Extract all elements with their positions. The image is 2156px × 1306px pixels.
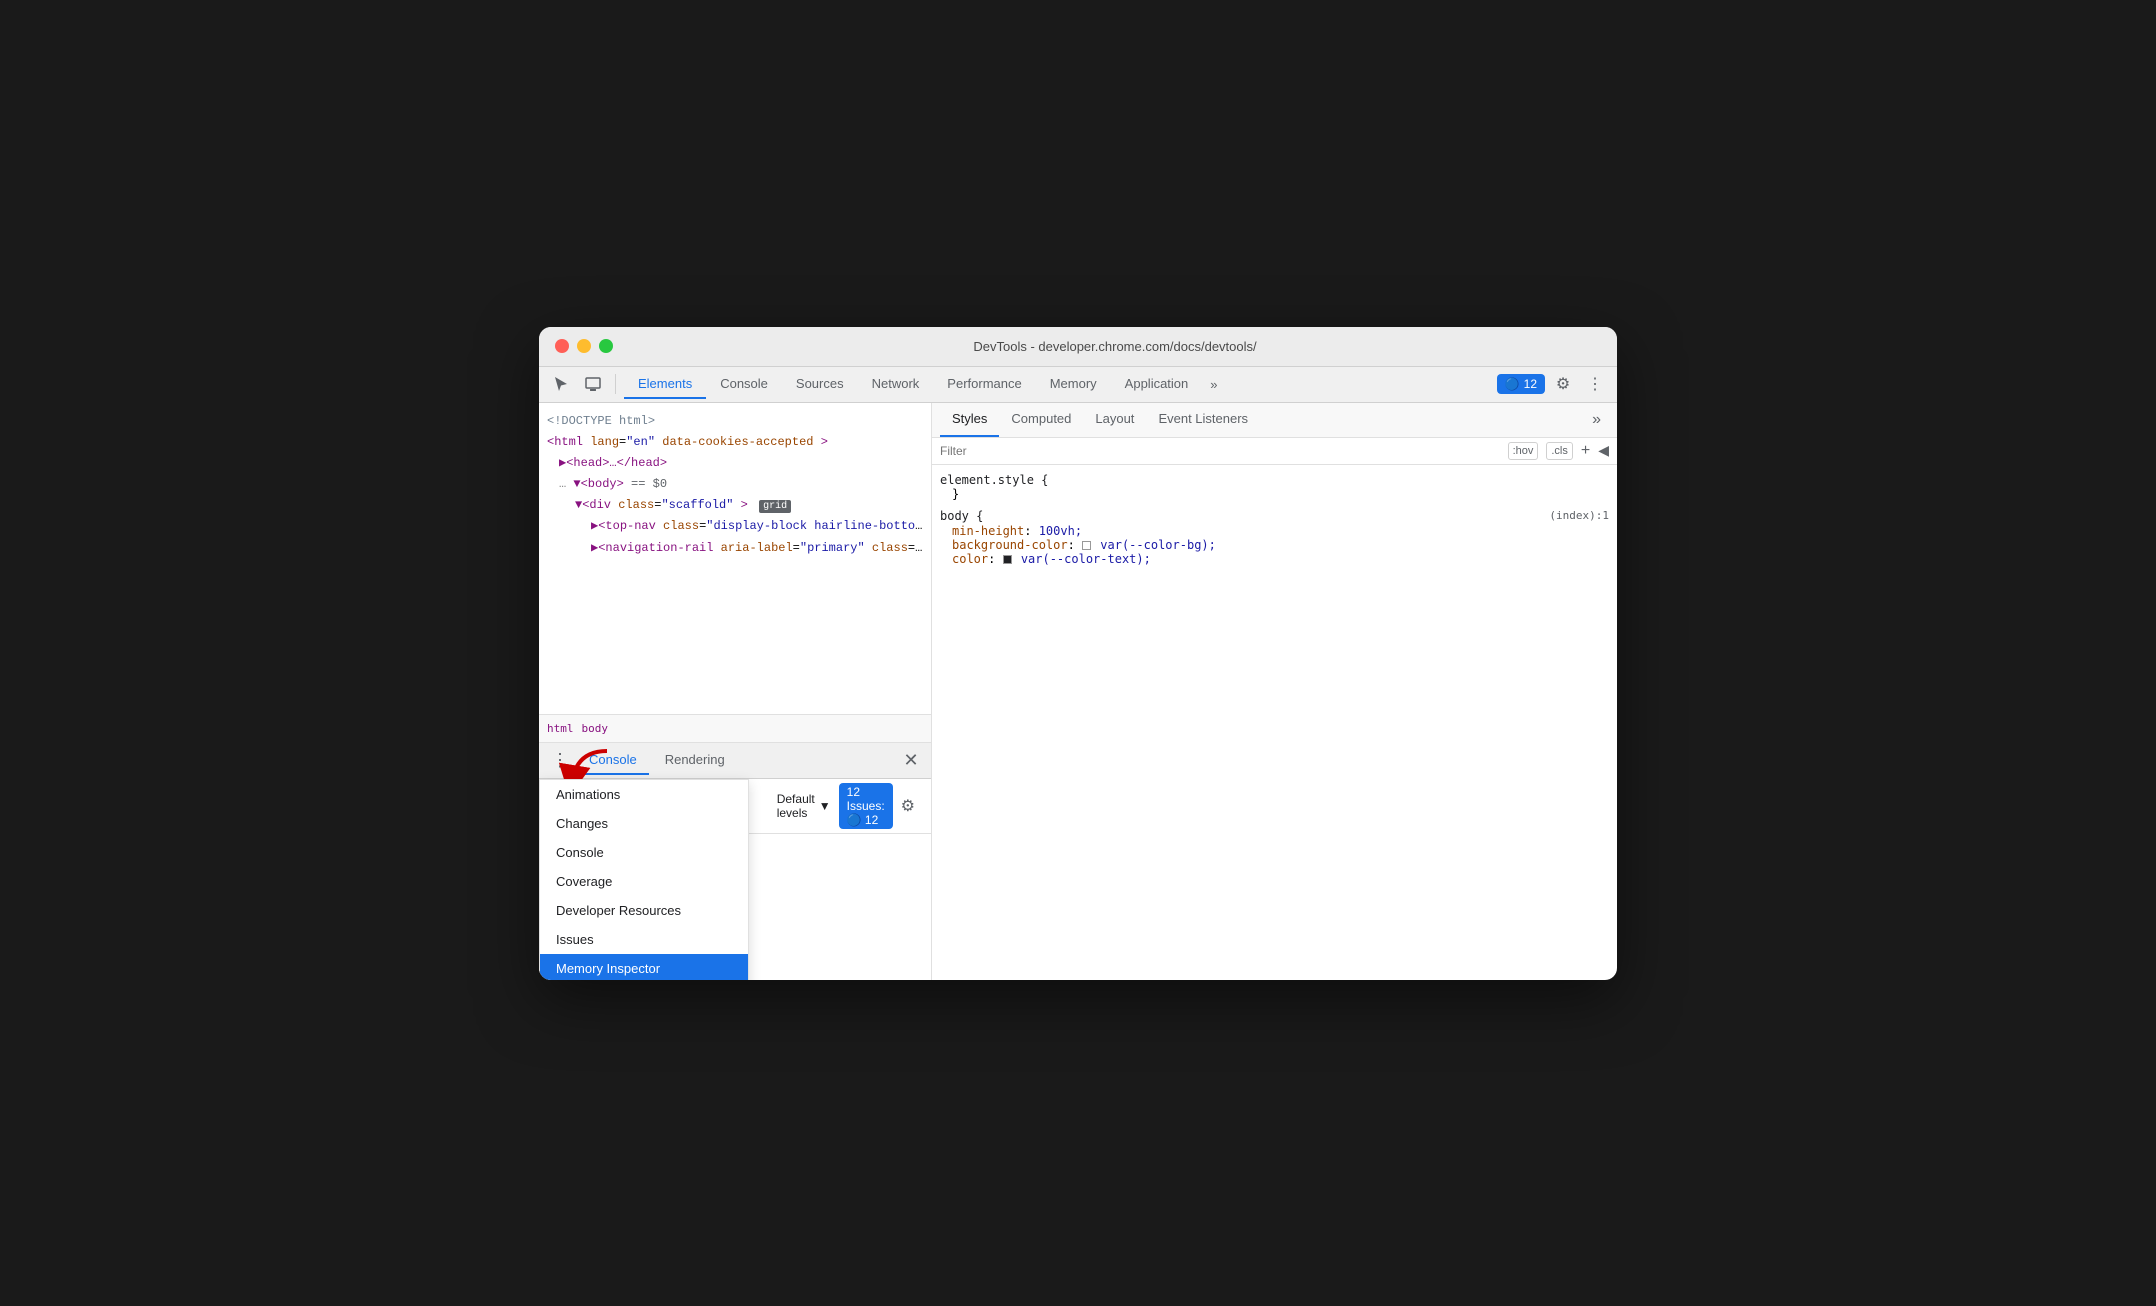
menu-item-changes[interactable]: Changes (540, 809, 748, 838)
issues-count: 12 (1524, 377, 1537, 391)
tab-console[interactable]: Console (706, 370, 782, 399)
body-selector[interactable]: body { (940, 509, 983, 524)
issues-count-label: 12 Issues: 🔵 12 (847, 785, 885, 827)
drawer-toolbar: ⋮ Console Rendering ✕ (539, 743, 931, 779)
element-style-closing: } (940, 487, 1609, 501)
styles-more-tabs[interactable]: » (1584, 403, 1609, 437)
tab-performance[interactable]: Performance (933, 370, 1035, 399)
elements-panel: <!DOCTYPE html> <html lang="en" data-coo… (539, 403, 931, 743)
body-min-height[interactable]: min-height: 100vh; (952, 524, 1609, 538)
drawer-tab-rendering[interactable]: Rendering (653, 746, 737, 775)
menu-item-memory-inspector[interactable]: Memory Inspector (540, 954, 748, 980)
styles-tab-bar: Styles Computed Layout Event Listeners » (932, 403, 1617, 438)
body-rule-header: body { (index):1 (940, 509, 1609, 524)
devtools-panel: Elements Console Sources Network Perform… (539, 367, 1617, 980)
tab-computed[interactable]: Computed (999, 403, 1083, 437)
tab-elements[interactable]: Elements (624, 370, 706, 399)
traffic-lights (555, 339, 613, 353)
more-tabs-button[interactable]: » (1202, 373, 1225, 396)
toolbar-right: 🔵 12 ⚙ ⋮ (1497, 370, 1609, 398)
toggle-sidebar-button[interactable]: ◀ (1598, 442, 1609, 459)
tab-application[interactable]: Application (1111, 370, 1203, 399)
drawer-menu-button[interactable]: ⋮ (547, 750, 573, 771)
html-line[interactable]: <html lang="en" data-cookies-accepted > (543, 432, 927, 453)
styles-filter-bar: :hov .cls + ◀ (932, 438, 1617, 465)
drawer-panel: ⋮ Console Rendering ✕ Animations Changes… (539, 743, 931, 980)
menu-item-coverage[interactable]: Coverage (540, 867, 748, 896)
drawer-content-area: Animations Changes Console Coverage Deve… (539, 779, 931, 980)
issues-badge[interactable]: 🔵 12 (1497, 374, 1545, 394)
color-swatch[interactable] (1003, 555, 1012, 564)
maximize-button[interactable] (599, 339, 613, 353)
more-options-icon[interactable]: ⋮ (1581, 370, 1609, 398)
tab-layout[interactable]: Layout (1083, 403, 1146, 437)
drawer-dropdown-menu[interactable]: Animations Changes Console Coverage Deve… (539, 779, 749, 980)
settings-icon[interactable]: ⚙ (1549, 370, 1577, 398)
dom-tree[interactable]: <!DOCTYPE html> <html lang="en" data-coo… (539, 403, 931, 714)
scaffold-line[interactable]: ▼<div class="scaffold" > grid (543, 495, 927, 516)
cursor-icon[interactable] (547, 370, 575, 398)
breadcrumb-body[interactable]: body (582, 722, 609, 735)
breadcrumb-html[interactable]: html (547, 722, 574, 735)
hov-button[interactable]: :hov (1508, 442, 1539, 460)
devtools-window: DevTools - developer.chrome.com/docs/dev… (539, 327, 1617, 980)
tab-memory[interactable]: Memory (1036, 370, 1111, 399)
element-style-rule: element.style { } (940, 473, 1609, 501)
styles-filter-input[interactable] (940, 444, 1500, 458)
add-style-rule-button[interactable]: + (1581, 442, 1590, 460)
console-settings-icon[interactable]: ⚙ (901, 796, 915, 816)
body-rule-properties: min-height: 100vh; background-color: var… (940, 524, 1609, 566)
issues-count-badge[interactable]: 12 Issues: 🔵 12 (839, 783, 893, 829)
main-toolbar: Elements Console Sources Network Perform… (539, 367, 1617, 403)
breadcrumb: html body (539, 714, 931, 742)
styles-panel: Styles Computed Layout Event Listeners »… (931, 403, 1617, 980)
log-levels-dropdown[interactable]: Default levels ▼ (777, 792, 831, 820)
menu-item-animations[interactable]: Animations (540, 780, 748, 809)
issues-icon: 🔵 (1505, 377, 1520, 391)
bg-color-swatch[interactable] (1082, 541, 1091, 550)
nav-rail-line[interactable]: ▶<navigation-rail aria-label="primary" c… (543, 538, 927, 559)
left-column: <!DOCTYPE html> <html lang="en" data-coo… (539, 403, 931, 980)
tab-event-listeners[interactable]: Event Listeners (1146, 403, 1260, 437)
top-nav-line[interactable]: ▶<top-nav class="display-block hairline-… (543, 516, 927, 537)
menu-item-developer-resources[interactable]: Developer Resources (540, 896, 748, 925)
tab-styles[interactable]: Styles (940, 403, 999, 437)
titlebar: DevTools - developer.chrome.com/docs/dev… (539, 327, 1617, 367)
menu-item-console[interactable]: Console (540, 838, 748, 867)
drawer-close-button[interactable]: ✕ (899, 748, 923, 772)
head-line[interactable]: ▶<head>…</head> (543, 453, 927, 474)
drawer-tab-console[interactable]: Console (577, 746, 649, 775)
body-rule-source[interactable]: (index):1 (1549, 509, 1609, 522)
device-toggle-icon[interactable] (579, 370, 607, 398)
element-style-selector[interactable]: element.style { (940, 473, 1609, 487)
menu-item-issues[interactable]: Issues (540, 925, 748, 954)
close-button[interactable] (555, 339, 569, 353)
main-tab-bar: Elements Console Sources Network Perform… (624, 370, 1493, 399)
body-background-color[interactable]: background-color: var(--color-bg); (952, 538, 1609, 552)
cls-button[interactable]: .cls (1546, 442, 1573, 460)
body-style-rule: body { (index):1 min-height: 100vh; back… (940, 509, 1609, 566)
body-line[interactable]: … ▼<body> == $0 (543, 474, 927, 495)
doctype-line[interactable]: <!DOCTYPE html> (543, 411, 927, 432)
minimize-button[interactable] (577, 339, 591, 353)
chevron-down-icon: ▼ (819, 799, 831, 813)
styles-rules: element.style { } body { (index):1 (932, 465, 1617, 980)
console-drawer: ⋮ Console Rendering ✕ Animations Changes… (539, 743, 931, 980)
toolbar-divider (615, 374, 616, 394)
window-title: DevTools - developer.chrome.com/docs/dev… (629, 339, 1601, 354)
tab-network[interactable]: Network (858, 370, 934, 399)
body-color[interactable]: color: var(--color-text); (952, 552, 1609, 566)
console-controls: Default levels ▼ 12 Issues: 🔵 12 ⚙ (777, 783, 923, 829)
tab-sources[interactable]: Sources (782, 370, 858, 399)
main-content: <!DOCTYPE html> <html lang="en" data-coo… (539, 403, 1617, 980)
